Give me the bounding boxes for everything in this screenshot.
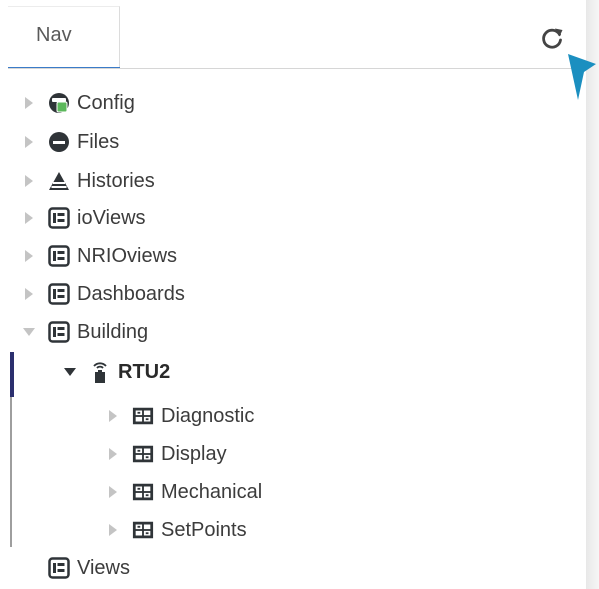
expand-arrow-icon[interactable] xyxy=(106,485,120,499)
expand-arrow-icon[interactable] xyxy=(22,135,36,149)
view-icon xyxy=(48,207,70,229)
tree-item-files[interactable]: Files xyxy=(22,125,119,159)
expand-arrow-icon[interactable] xyxy=(22,287,36,301)
tree-item-label: RTU2 xyxy=(118,360,171,383)
expand-arrow-icon[interactable] xyxy=(22,211,36,225)
expand-arrow-icon[interactable] xyxy=(22,174,36,188)
tree-item-label: ioViews xyxy=(77,206,146,229)
folder-grid-icon xyxy=(132,443,154,465)
tree-item-mechanical[interactable]: Mechanical xyxy=(106,475,262,509)
tree-item-label: Dashboards xyxy=(77,282,185,305)
tree-item-label: Histories xyxy=(77,169,155,192)
selection-indicator xyxy=(10,352,14,397)
tree-item-config[interactable]: Config xyxy=(22,86,135,120)
expand-arrow-icon[interactable] xyxy=(22,249,36,263)
nav-panel: Nav Config Files Histories ioViews NRIOv… xyxy=(0,0,586,589)
tree-guide-line xyxy=(10,397,12,547)
tree-item-histories[interactable]: Histories xyxy=(22,164,155,198)
device-icon xyxy=(89,361,111,383)
files-icon xyxy=(48,131,70,153)
nav-header: Nav xyxy=(0,0,586,70)
tree-item-label: Config xyxy=(77,91,135,114)
folder-grid-icon xyxy=(132,481,154,503)
tree-item-ioviews[interactable]: ioViews xyxy=(22,201,146,235)
view-icon xyxy=(48,321,70,343)
tree-item-label: Diagnostic xyxy=(161,404,255,427)
folder-grid-icon xyxy=(132,519,154,541)
folder-grid-icon xyxy=(132,405,154,427)
collapse-arrow-icon[interactable] xyxy=(22,325,36,339)
view-icon xyxy=(48,557,70,579)
tree-item-label: Views xyxy=(77,556,130,579)
refresh-icon[interactable] xyxy=(539,25,565,51)
view-icon xyxy=(48,283,70,305)
tree-item-label: Files xyxy=(77,130,120,153)
view-icon xyxy=(48,245,70,267)
tree-item-rtu2[interactable]: RTU2 xyxy=(63,355,170,389)
header-divider xyxy=(8,68,586,69)
tree-item-label: NRIOviews xyxy=(77,244,178,267)
tree-item-label: Mechanical xyxy=(161,480,263,503)
expand-arrow-icon[interactable] xyxy=(106,409,120,423)
expand-arrow-icon[interactable] xyxy=(106,447,120,461)
tree-item-building[interactable]: Building xyxy=(22,315,148,349)
tree-item-views[interactable]: Views xyxy=(48,551,130,585)
tree-item-diagnostic[interactable]: Diagnostic xyxy=(106,399,254,433)
tree-item-dashboards[interactable]: Dashboards xyxy=(22,277,185,311)
tree-item-label: Display xyxy=(161,442,227,465)
tree-item-setpoints[interactable]: SetPoints xyxy=(106,513,247,547)
expand-arrow-icon[interactable] xyxy=(22,96,36,110)
collapse-arrow-icon[interactable] xyxy=(63,365,77,379)
tab-nav-label: Nav xyxy=(36,24,72,46)
tree-item-nrioviews[interactable]: NRIOviews xyxy=(22,239,177,273)
mouse-cursor-icon xyxy=(568,54,596,100)
histories-icon xyxy=(48,170,70,192)
tree-item-label: SetPoints xyxy=(161,518,247,541)
tree-item-display[interactable]: Display xyxy=(106,437,227,471)
config-icon xyxy=(48,92,70,114)
tree-item-label: Building xyxy=(77,320,149,343)
expand-arrow-icon[interactable] xyxy=(106,523,120,537)
